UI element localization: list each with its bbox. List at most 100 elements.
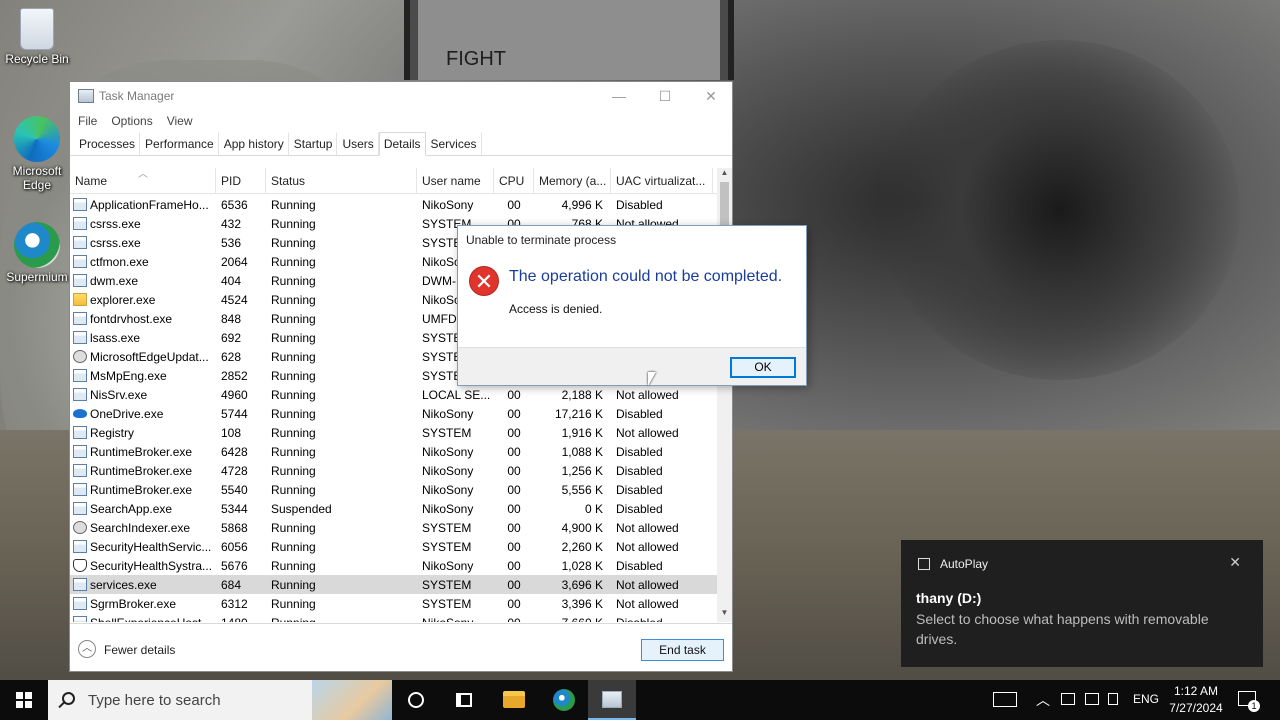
start-button[interactable] [0,680,48,720]
close-button[interactable]: ✕ [688,86,734,106]
menu-options[interactable]: Options [111,114,152,128]
process-name: RuntimeBroker.exe [90,482,193,497]
process-icon [73,350,87,363]
cell-pid: 536 [221,235,242,250]
cell-uac: Not allowed [616,387,679,402]
column-header-status[interactable]: Status [266,168,417,194]
tab-processes[interactable]: Processes [74,132,141,155]
menu-file[interactable]: File [78,114,97,128]
cell-memory: 4,996 K [561,197,603,212]
cell-name: RuntimeBroker.exe [70,483,216,497]
table-row[interactable]: RuntimeBroker.exe 6428 Running NikoSony 00 1,… [70,442,718,461]
supermium-taskbar-button[interactable] [540,680,588,720]
tab-startup[interactable]: Startup [289,132,338,155]
taskbar-search-box[interactable]: Type here to search [48,680,392,720]
clock-time[interactable]: 1:12 AM [1166,684,1226,698]
cell-user-name: NikoSony [422,558,474,573]
volume-muted-icon[interactable] [1108,693,1118,705]
table-row[interactable]: NisSrv.exe 4960 Running LOCAL SE... 00 2,188 … [70,385,718,404]
cell-user-name: NikoSony [417,616,494,623]
cell-cpu: 00 [507,558,521,573]
desktop-icon-edge[interactable]: Microsoft Edge [0,116,74,192]
end-task-button[interactable]: End task [641,639,724,661]
usb-device-icon[interactable] [1061,693,1075,705]
table-row[interactable]: OneDrive.exe 5744 Running NikoSony 00 17,216 … [70,404,718,423]
notification-body: Select to choose what happens with remov… [916,611,1209,647]
column-header-uac[interactable]: UAC virtualizat... [611,168,713,194]
scroll-down-icon[interactable]: ▼ [717,608,732,622]
task-manager-taskbar-button[interactable] [588,680,636,720]
tab-details[interactable]: Details [378,132,426,156]
process-icon [73,409,87,418]
file-explorer-button[interactable] [490,680,538,720]
table-row[interactable]: Registry 108 Running SYSTEM 00 1,916 K Not all… [70,423,718,442]
cell-pid: 432 [221,216,242,231]
column-header-cpu[interactable]: CPU [494,168,534,194]
cell-status: Running [271,292,316,307]
cortana-button[interactable] [392,680,440,720]
cell-status: Running [271,444,316,459]
cell-name: csrss.exe [70,236,216,250]
network-icon[interactable] [1085,693,1099,705]
cell-pid: 4960 [221,387,248,402]
tab-services[interactable]: Services [426,132,482,155]
tab-users[interactable]: Users [337,132,379,155]
table-row[interactable]: SearchApp.exe 5344 Suspended NikoSony 00 0 K D… [70,499,718,518]
supermium-icon [14,222,60,268]
cell-pid: 5676 [221,558,248,573]
windows-logo-icon [16,692,32,708]
title-bar[interactable]: Task Manager — ☐ ✕ [70,82,732,110]
cell-user-name: NikoSony [422,501,474,516]
process-icon [73,331,87,344]
column-header-user-name[interactable]: User name [417,168,494,194]
table-row[interactable]: RuntimeBroker.exe 5540 Running NikoSony 00 5,… [70,480,718,499]
maximize-button[interactable]: ☐ [642,86,688,106]
cell-name: MicrosoftEdgeUpdat... [70,350,216,364]
collapse-chevron-icon[interactable]: ︿ [78,640,96,658]
clock-date[interactable]: 7/27/2024 [1166,701,1226,715]
tab-bar: Processes Performance App history Startu… [70,132,732,156]
cell-name: OneDrive.exe [70,407,216,421]
column-header-memory[interactable]: Memory (a... [534,168,611,194]
table-row[interactable]: ShellExperienceHost... 1480RunningNikoSon… [70,613,718,622]
table-row[interactable]: SecurityHealthServic... 6056 Running SYSTEM… [70,537,718,556]
process-icon [73,274,87,287]
autoplay-notification[interactable]: AutoPlay ✕ thany (D:) Select to choose w… [901,540,1263,667]
close-icon[interactable]: ✕ [1229,554,1241,571]
tab-app-history[interactable]: App history [219,132,289,155]
process-name: NisSrv.exe [90,387,148,402]
column-header-pid[interactable]: PID [216,168,266,194]
process-name: Registry [90,425,135,440]
scroll-up-icon[interactable]: ▲ [717,168,732,182]
table-row[interactable]: ApplicationFrameHo... 6536 Running NikoSony… [70,195,718,214]
table-row[interactable]: services.exe 684 Running SYSTEM 00 3,696 K Not… [70,575,718,594]
table-row[interactable]: SearchIndexer.exe 5868 Running SYSTEM 00 4,90… [70,518,718,537]
cell-pid: 6312 [221,596,248,611]
ok-button[interactable]: OK [730,357,796,378]
fewer-details-link[interactable]: Fewer details [104,643,175,657]
cell-status: Running [271,577,316,592]
task-view-button[interactable] [440,680,488,720]
wallpaper-smoke-cloud [880,40,1240,380]
cell-memory: 1,916 K [561,425,603,440]
minimize-button[interactable]: — [596,86,642,106]
table-row[interactable]: SecurityHealthSystra... 5676 Running NikoSo… [70,556,718,575]
cell-uac: Disabled [616,463,663,478]
cell-cpu: 00 [507,197,521,212]
table-row[interactable]: SgrmBroker.exe 6312 Running SYSTEM 00 3,396 K… [70,594,718,613]
menu-view[interactable]: View [167,114,193,128]
desktop-icon-recycle-bin[interactable]: Recycle Bin [0,8,74,66]
language-indicator[interactable]: ENG [1133,692,1159,720]
show-hidden-icons-chevron-icon[interactable]: ︿ [1036,690,1050,720]
cell-name: SearchIndexer.exe [70,521,216,535]
tab-performance[interactable]: Performance [140,132,219,155]
cell-memory: 2,260 K [561,539,603,554]
process-icon [73,464,87,477]
cell-cpu: 00 [494,616,534,623]
touch-keyboard-icon[interactable] [993,692,1017,707]
cell-status: Running [271,349,316,364]
table-row[interactable]: RuntimeBroker.exe 4728 Running NikoSony 00 1,… [70,461,718,480]
process-name: ApplicationFrameHo... [90,197,209,212]
desktop-icon-supermium[interactable]: Supermium [0,222,74,284]
cell-memory: 3,396 K [561,596,603,611]
